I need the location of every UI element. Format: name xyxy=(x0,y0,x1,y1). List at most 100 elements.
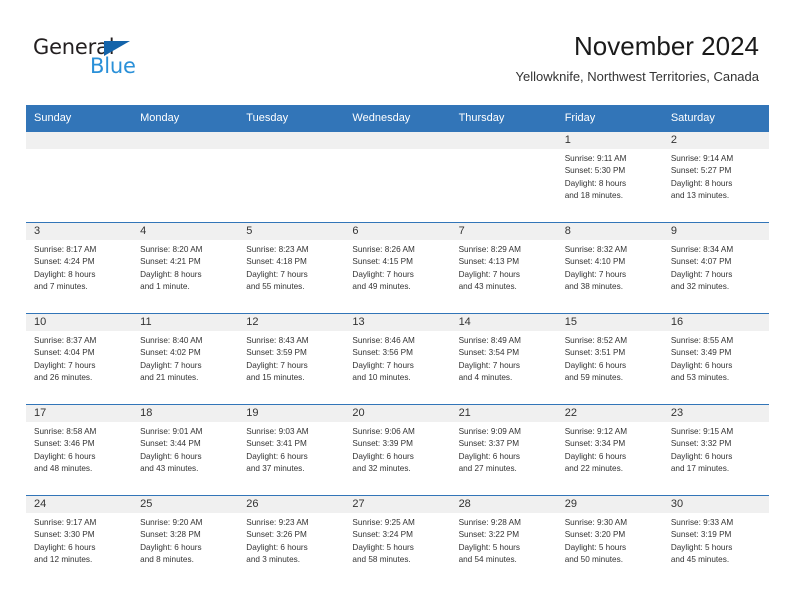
sunset-text: Sunset: 3:46 PM xyxy=(34,439,95,449)
daylight-text-line1: Daylight: 5 hours xyxy=(670,542,733,552)
sunrise-text: Sunrise: 8:26 AM xyxy=(352,245,415,254)
sunset-text: Sunset: 4:02 PM xyxy=(140,348,201,358)
title-block: November 2024 Yellowknife, Northwest Ter… xyxy=(515,30,759,85)
day-cell xyxy=(238,131,345,223)
day-number xyxy=(450,132,557,149)
sunset-text: Sunset: 3:26 PM xyxy=(246,530,307,540)
day-number: 21 xyxy=(450,405,557,422)
day-cell[interactable]: 13 Sunrise: 8:46 AM Sunset: 3:56 PM Dayl… xyxy=(344,313,451,405)
day-cell[interactable]: 22 Sunrise: 9:12 AM Sunset: 3:34 PM Dayl… xyxy=(556,404,663,496)
sunrise-text: Sunrise: 9:28 AM xyxy=(458,518,521,527)
daylight-text-line1: Daylight: 5 hours xyxy=(352,542,414,552)
day-cell[interactable]: 9 Sunrise: 8:34 AM Sunset: 4:07 PM Dayli… xyxy=(662,222,769,314)
day-cell[interactable]: 15 Sunrise: 8:52 AM Sunset: 3:51 PM Dayl… xyxy=(556,313,663,405)
sunset-text: Sunset: 4:04 PM xyxy=(34,348,95,358)
daylight-text-line1: Daylight: 6 hours xyxy=(34,542,96,552)
day-number: 18 xyxy=(132,405,239,422)
brand-logo[interactable]: General Blue xyxy=(33,36,213,84)
daylight-text-line1: Daylight: 7 hours xyxy=(352,269,414,279)
sunrise-text: Sunrise: 9:30 AM xyxy=(564,518,628,527)
daylight-text-line2: and 45 minutes. xyxy=(670,555,730,565)
day-cell[interactable]: 10 Sunrise: 8:37 AM Sunset: 4:04 PM Dayl… xyxy=(26,313,133,405)
daylight-text-line1: Daylight: 7 hours xyxy=(458,360,521,370)
day-details: Sunrise: 9:15 AM Sunset: 3:32 PM Dayligh… xyxy=(663,422,769,476)
calendar-week-row: 17 Sunrise: 8:58 AM Sunset: 3:46 PM Dayl… xyxy=(26,404,769,496)
day-details: Sunrise: 8:43 AM Sunset: 3:59 PM Dayligh… xyxy=(238,331,344,385)
day-cell[interactable]: 18 Sunrise: 9:01 AM Sunset: 3:44 PM Dayl… xyxy=(132,404,239,496)
day-cell[interactable]: 20 Sunrise: 9:06 AM Sunset: 3:39 PM Dayl… xyxy=(344,404,451,496)
day-cell[interactable]: 6 Sunrise: 8:26 AM Sunset: 4:15 PM Dayli… xyxy=(344,222,451,314)
day-cell[interactable]: 24 Sunrise: 9:17 AM Sunset: 3:30 PM Dayl… xyxy=(26,495,133,586)
day-number: 27 xyxy=(344,496,451,513)
daylight-text-line2: and 43 minutes. xyxy=(458,282,517,292)
day-cell[interactable]: 25 Sunrise: 9:20 AM Sunset: 3:28 PM Dayl… xyxy=(132,495,239,586)
page-header: General Blue November 2024 Yellowknife, … xyxy=(0,0,792,100)
day-cell[interactable]: 5 Sunrise: 8:23 AM Sunset: 4:18 PM Dayli… xyxy=(238,222,345,314)
sunset-text: Sunset: 5:27 PM xyxy=(670,166,732,176)
day-cell[interactable]: 3 Sunrise: 8:17 AM Sunset: 4:24 PM Dayli… xyxy=(26,222,133,314)
day-cell[interactable]: 28 Sunrise: 9:28 AM Sunset: 3:22 PM Dayl… xyxy=(450,495,557,586)
day-details: Sunrise: 8:17 AM Sunset: 4:24 PM Dayligh… xyxy=(26,240,132,294)
daylight-text-line1: Daylight: 5 hours xyxy=(458,542,521,552)
day-cell[interactable]: 2 Sunrise: 9:14 AM Sunset: 5:27 PM Dayli… xyxy=(662,131,769,223)
daylight-text-line2: and 8 minutes. xyxy=(140,555,194,565)
sunrise-text: Sunrise: 9:14 AM xyxy=(670,154,734,163)
day-details xyxy=(238,149,344,153)
page-subtitle: Yellowknife, Northwest Territories, Cana… xyxy=(515,69,759,84)
daylight-text-line1: Daylight: 7 hours xyxy=(246,269,308,279)
day-cell[interactable]: 8 Sunrise: 8:32 AM Sunset: 4:10 PM Dayli… xyxy=(556,222,663,314)
day-cell xyxy=(26,131,133,223)
day-cell[interactable]: 4 Sunrise: 8:20 AM Sunset: 4:21 PM Dayli… xyxy=(132,222,239,314)
day-details: Sunrise: 9:09 AM Sunset: 3:37 PM Dayligh… xyxy=(451,422,557,476)
sunrise-text: Sunrise: 9:11 AM xyxy=(564,154,627,163)
day-number: 10 xyxy=(26,314,133,331)
weekday-header-tuesday: Tuesday xyxy=(238,105,345,132)
day-cell[interactable]: 29 Sunrise: 9:30 AM Sunset: 3:20 PM Dayl… xyxy=(556,495,663,586)
sunrise-text: Sunrise: 9:09 AM xyxy=(458,427,521,436)
daylight-text-line2: and 55 minutes. xyxy=(246,282,305,292)
daylight-text-line1: Daylight: 7 hours xyxy=(564,269,627,279)
day-cell[interactable]: 12 Sunrise: 8:43 AM Sunset: 3:59 PM Dayl… xyxy=(238,313,345,405)
day-cell[interactable]: 30 Sunrise: 9:33 AM Sunset: 3:19 PM Dayl… xyxy=(662,495,769,586)
sunset-text: Sunset: 4:24 PM xyxy=(34,257,95,267)
weekday-header-wednesday: Wednesday xyxy=(344,105,451,132)
sunrise-text: Sunrise: 8:52 AM xyxy=(564,336,628,345)
day-cell[interactable]: 23 Sunrise: 9:15 AM Sunset: 3:32 PM Dayl… xyxy=(662,404,769,496)
daylight-text-line1: Daylight: 6 hours xyxy=(246,451,308,461)
day-details xyxy=(344,149,450,153)
day-details xyxy=(451,149,557,153)
day-cell[interactable]: 16 Sunrise: 8:55 AM Sunset: 3:49 PM Dayl… xyxy=(662,313,769,405)
day-cell[interactable]: 7 Sunrise: 8:29 AM Sunset: 4:13 PM Dayli… xyxy=(450,222,557,314)
day-details: Sunrise: 8:26 AM Sunset: 4:15 PM Dayligh… xyxy=(344,240,450,294)
day-cell[interactable]: 1 Sunrise: 9:11 AM Sunset: 5:30 PM Dayli… xyxy=(556,131,663,223)
sunset-text: Sunset: 3:59 PM xyxy=(246,348,307,358)
daylight-text-line2: and 48 minutes. xyxy=(34,464,93,474)
day-cell[interactable]: 14 Sunrise: 8:49 AM Sunset: 3:54 PM Dayl… xyxy=(450,313,557,405)
day-cell[interactable]: 11 Sunrise: 8:40 AM Sunset: 4:02 PM Dayl… xyxy=(132,313,239,405)
day-details: Sunrise: 8:55 AM Sunset: 3:49 PM Dayligh… xyxy=(663,331,769,385)
sunrise-text: Sunrise: 8:43 AM xyxy=(246,336,309,345)
daylight-text-line1: Daylight: 8 hours xyxy=(34,269,96,279)
day-cell xyxy=(450,131,557,223)
sunrise-text: Sunrise: 9:25 AM xyxy=(352,518,415,527)
sunset-text: Sunset: 3:30 PM xyxy=(34,530,95,540)
daylight-text-line2: and 50 minutes. xyxy=(564,555,623,565)
day-number: 14 xyxy=(450,314,557,331)
day-cell[interactable]: 26 Sunrise: 9:23 AM Sunset: 3:26 PM Dayl… xyxy=(238,495,345,586)
daylight-text-line1: Daylight: 5 hours xyxy=(564,542,627,552)
sunset-text: Sunset: 4:10 PM xyxy=(564,257,626,267)
weekday-header-sunday: Sunday xyxy=(26,105,133,132)
day-details: Sunrise: 9:33 AM Sunset: 3:19 PM Dayligh… xyxy=(663,513,769,567)
day-details: Sunrise: 9:25 AM Sunset: 3:24 PM Dayligh… xyxy=(344,513,450,567)
daylight-text-line1: Daylight: 7 hours xyxy=(140,360,202,370)
day-cell[interactable]: 21 Sunrise: 9:09 AM Sunset: 3:37 PM Dayl… xyxy=(450,404,557,496)
daylight-text-line1: Daylight: 8 hours xyxy=(670,178,733,188)
daylight-text-line1: Daylight: 7 hours xyxy=(458,269,521,279)
daylight-text-line2: and 10 minutes. xyxy=(352,373,411,383)
day-cell[interactable]: 17 Sunrise: 8:58 AM Sunset: 3:46 PM Dayl… xyxy=(26,404,133,496)
sunset-text: Sunset: 4:13 PM xyxy=(458,257,520,267)
sunrise-text: Sunrise: 9:12 AM xyxy=(564,427,628,436)
day-cell[interactable]: 27 Sunrise: 9:25 AM Sunset: 3:24 PM Dayl… xyxy=(344,495,451,586)
day-cell[interactable]: 19 Sunrise: 9:03 AM Sunset: 3:41 PM Dayl… xyxy=(238,404,345,496)
day-number: 24 xyxy=(26,496,133,513)
